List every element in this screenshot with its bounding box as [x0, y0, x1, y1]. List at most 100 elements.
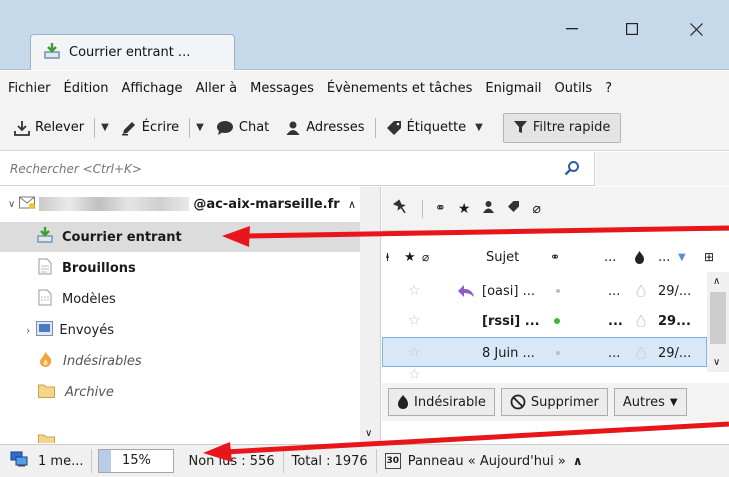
- toolbar-separator: [374, 117, 376, 138]
- address-book-button[interactable]: Adresses: [277, 113, 372, 143]
- tag-label: Étiquette: [406, 120, 467, 135]
- scroll-down-icon[interactable]: ∨: [713, 357, 720, 368]
- junk-column-icon[interactable]: [634, 242, 645, 272]
- status-message-text: 1 me...: [38, 453, 84, 469]
- junk-status-icon[interactable]: [636, 338, 646, 368]
- folder-scrollbar[interactable]: ∨: [360, 187, 380, 443]
- star-column-icon[interactable]: ★: [404, 242, 416, 272]
- write-dropdown-icon[interactable]: ▼: [192, 122, 208, 133]
- inbox-icon: [36, 226, 54, 248]
- junk-status-icon[interactable]: [636, 276, 646, 306]
- column-subject[interactable]: Sujet: [486, 242, 519, 272]
- menu-go[interactable]: Aller à: [196, 81, 238, 96]
- menu-view[interactable]: Affichage: [121, 81, 182, 96]
- scrollbar-thumb[interactable]: [710, 292, 726, 344]
- star-empty-icon[interactable]: ☆: [408, 276, 421, 306]
- sort-chevron-icon[interactable]: ▼: [678, 242, 686, 272]
- inbox-icon: [43, 42, 61, 64]
- chevron-down-icon: ▼: [669, 396, 678, 408]
- thread-glasses-icon[interactable]: ⚭: [435, 201, 446, 216]
- contact-icon[interactable]: [482, 200, 495, 217]
- folder-next-partial[interactable]: [0, 427, 360, 443]
- write-button[interactable]: Écrire: [113, 113, 187, 143]
- tag-button[interactable]: Étiquette ▼: [378, 113, 495, 143]
- junk-label: Indésirable: [414, 394, 486, 410]
- folder-drafts[interactable]: Brouillons: [0, 253, 360, 283]
- pin-icon[interactable]: [392, 198, 410, 220]
- unread-status-dot[interactable]: [554, 306, 560, 336]
- star-empty-icon[interactable]: ☆: [408, 338, 421, 368]
- attachment-icon[interactable]: ⌀: [532, 201, 540, 217]
- toolbar-separator: [94, 117, 96, 138]
- folder-junk[interactable]: Indésirables: [0, 346, 360, 376]
- folder-inbox[interactable]: Courrier entrant: [0, 222, 360, 252]
- tag-dropdown-icon: ▼: [475, 122, 483, 133]
- scroll-down-icon[interactable]: ∨: [365, 428, 372, 439]
- write-label: Écrire: [141, 120, 180, 135]
- junk-status-icon[interactable]: [636, 306, 646, 336]
- chat-button[interactable]: Chat: [208, 113, 277, 143]
- maximize-button[interactable]: [617, 14, 647, 44]
- tag-filter-icon[interactable]: [507, 200, 520, 217]
- progress-text: 15%: [122, 453, 151, 468]
- menu-edit[interactable]: Édition: [64, 81, 109, 96]
- read-column-icon[interactable]: ⚭: [550, 242, 560, 272]
- account-row[interactable]: ∨ @ac-aix-marseille.fr ∧: [0, 189, 360, 219]
- message-subject: [oasi] ...: [482, 283, 535, 299]
- menu-events[interactable]: Évènements et tâches: [327, 81, 473, 96]
- tab-inbox[interactable]: Courrier entrant ...: [30, 34, 235, 70]
- star-icon[interactable]: ★: [458, 201, 471, 217]
- message-pane: ⚭ ★ ⌀ ⱡ ★ ⌀ Sujet ⚭ ... ... ▼ ⊞ ☆ [oasi]…: [382, 187, 729, 443]
- menu-tools[interactable]: Outils: [555, 81, 593, 96]
- table-row[interactable]: ☆ 8 Juin ... ... 29/...: [382, 337, 707, 367]
- read-status-dot[interactable]: [556, 338, 560, 368]
- other-actions-label: Autres: [622, 394, 665, 410]
- sent-folder-icon: [36, 320, 54, 340]
- menu-help[interactable]: ?: [605, 81, 612, 96]
- attachment-column-icon[interactable]: ⌀: [422, 242, 429, 272]
- table-row[interactable]: ☆ [rssi] ... ... 29...: [382, 306, 707, 336]
- table-row-partial[interactable]: ☆: [382, 368, 707, 383]
- other-actions-button[interactable]: Autres ▼: [613, 388, 687, 416]
- minimize-button[interactable]: [557, 14, 587, 44]
- close-button[interactable]: [681, 14, 711, 44]
- junk-button[interactable]: Indésirable: [388, 388, 495, 416]
- read-status-dot[interactable]: [556, 276, 560, 306]
- message-sender: ...: [608, 283, 621, 299]
- search-icon[interactable]: [564, 160, 580, 180]
- get-mail-dropdown-icon[interactable]: ▼: [97, 122, 113, 133]
- star-empty-icon[interactable]: ☆: [408, 306, 421, 336]
- message-list-scrollbar[interactable]: ∧ ∨: [707, 272, 729, 372]
- table-row[interactable]: ☆ [oasi] ... ... 29/...: [382, 276, 707, 306]
- get-mail-button[interactable]: Relever: [6, 113, 92, 143]
- menu-enigmail[interactable]: Enigmail: [485, 81, 541, 96]
- menu-messages[interactable]: Messages: [250, 81, 314, 96]
- scroll-up-icon[interactable]: ∧: [713, 276, 720, 287]
- folder-sent[interactable]: › Envoyés: [0, 315, 360, 345]
- filter-icon: [513, 121, 527, 133]
- column-date[interactable]: ...: [658, 242, 670, 272]
- column-picker-icon[interactable]: ⊞: [704, 242, 714, 272]
- calendar-day: 30: [386, 456, 399, 466]
- today-pane-toggle[interactable]: 30 Panneau « Aujourd'hui » ∧: [377, 449, 591, 473]
- menu-file[interactable]: Fichier: [8, 81, 51, 96]
- network-computer-icon[interactable]: [10, 451, 28, 471]
- star-empty-icon[interactable]: ☆: [408, 368, 421, 383]
- folder-archive[interactable]: Archive: [0, 377, 360, 407]
- account-domain: @ac-aix-marseille.fr: [193, 196, 340, 212]
- minimize-icon: [566, 28, 578, 30]
- title-bar: Courrier entrant ...: [0, 0, 729, 70]
- scroll-up-icon[interactable]: ∧: [348, 198, 356, 211]
- folder-templates[interactable]: Modèles: [0, 284, 360, 314]
- flame-icon: [38, 351, 53, 372]
- delete-button[interactable]: Supprimer: [500, 388, 608, 416]
- column-sender[interactable]: ...: [604, 242, 616, 272]
- folder-label: Brouillons: [62, 260, 136, 276]
- collapse-chevron-icon[interactable]: ∨: [8, 199, 15, 210]
- search-input[interactable]: [10, 161, 530, 176]
- thread-column-icon[interactable]: ⱡ: [386, 242, 389, 272]
- chat-label: Chat: [238, 120, 270, 135]
- mail-account-icon: [19, 196, 36, 213]
- quick-filter-button[interactable]: Filtre rapide: [502, 112, 622, 143]
- expand-chevron-icon[interactable]: ›: [26, 324, 30, 337]
